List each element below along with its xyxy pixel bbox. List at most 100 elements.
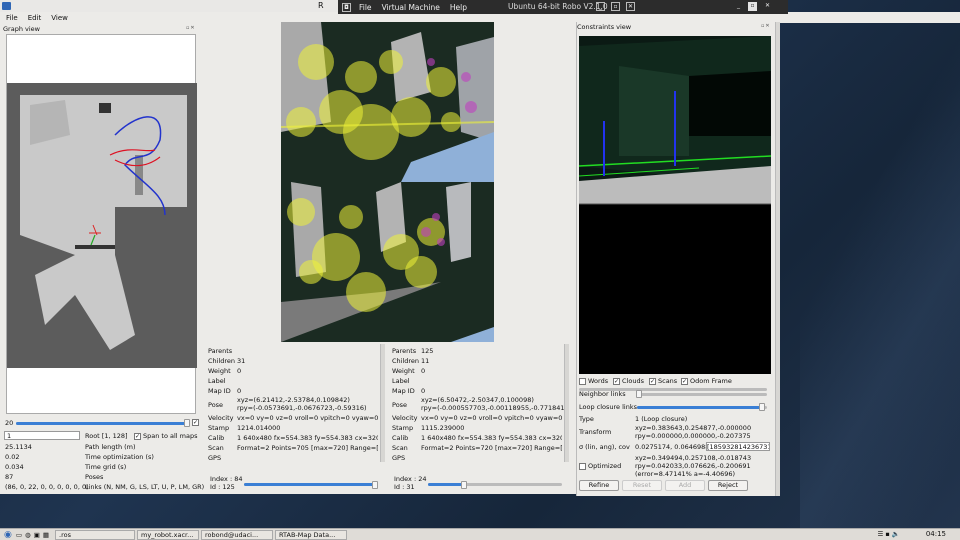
index-right-index: Index : 24 (394, 475, 427, 483)
stat-label: Time grid (s) (85, 463, 127, 471)
info-gps-label: GPS (392, 454, 406, 462)
info-pose-rpy: rpy=(-0.000557703,-0.00118955,-0.771841) (421, 404, 568, 412)
add-button[interactable]: Add (665, 480, 705, 491)
info-mapid-label: Map ID (208, 387, 231, 395)
terminal-icon[interactable]: ▣ (34, 531, 40, 539)
info-parents-value: 125 (421, 347, 434, 355)
info-mapid-value: 0 (421, 387, 426, 395)
vm-menu-help[interactable]: Help (450, 3, 467, 12)
graph-dock-buttons[interactable]: ▫✕ (186, 25, 196, 31)
neighbor-links-handle[interactable] (636, 390, 642, 398)
file-manager-icon[interactable]: ▭ (16, 531, 22, 539)
words-checkbox[interactable]: Words (579, 377, 608, 385)
start-menu-icon[interactable]: ◉ (4, 530, 12, 540)
vm-maximize-icon[interactable]: ▫ (748, 2, 757, 11)
menu-view[interactable]: View (51, 14, 68, 22)
index-left-id: Id : 125 (210, 483, 235, 491)
info-mapid-value: 0 (237, 387, 242, 395)
info-calib-label: Calib (208, 434, 225, 442)
info-right-scrollbar[interactable] (564, 344, 569, 462)
stat-value: 0.02 (5, 453, 20, 461)
info-weight-value: 0 (421, 367, 426, 375)
scans-label: Scans (658, 377, 678, 385)
span-all-maps-label: Span to all maps (143, 432, 198, 440)
optimized-label: Optimized (588, 462, 622, 470)
info-pose-label: Pose (208, 401, 224, 409)
optimized-xyz: xyz=0.349494,0.257108,-0.018743 (635, 454, 752, 462)
max-ids-spinbox[interactable]: 1 (4, 431, 80, 440)
vm-menu-file[interactable]: File (359, 3, 372, 12)
vm-menu-virtual-machine[interactable]: Virtual Machine (382, 3, 440, 12)
scans-checkbox[interactable]: ✓ Scans (649, 377, 677, 385)
tray-icons[interactable]: ☰ ▪ 🔈 (878, 530, 900, 538)
constraints-dock-buttons[interactable]: ▫✕ (761, 23, 771, 29)
info-left-scrollbar[interactable] (380, 344, 385, 462)
info-pose-label: Pose (392, 401, 408, 409)
loop-closure-image-bottom[interactable] (204, 182, 570, 342)
info-scan-label: Scan (208, 444, 224, 452)
info-weight-label: Weight (208, 367, 231, 375)
info-children-value: 11 (421, 357, 430, 365)
graph-slider-check[interactable]: ✓ (192, 419, 199, 426)
index-left-fill (244, 483, 378, 486)
index-right-fill (428, 483, 464, 486)
minimize-icon[interactable]: _ (596, 2, 605, 11)
browser-icon[interactable]: ◍ (25, 531, 31, 539)
graph-slider-handle[interactable] (184, 419, 190, 427)
vm-minimize-icon[interactable]: _ (734, 2, 743, 11)
info-calib-value: 1 640x480 fx=554.383 fy=554.383 cx=320.5… (421, 434, 562, 442)
info-calib-value: 1 640x480 fx=554.383 fy=554.383 cx=320.5… (237, 434, 378, 442)
info-scan-value: Format=2 Points=720 [max=720] Range=[0.1 (421, 444, 562, 452)
task-terminal[interactable]: robond@udaci... (201, 529, 273, 540)
loop-closure-links-fill (637, 406, 761, 409)
camera-image-loop (281, 182, 494, 342)
covariance-field[interactable]: [185932814236731] (706, 442, 770, 451)
vm-close-icon[interactable]: ✕ (763, 2, 772, 11)
sigma-value: 0.0275174, 0.0646988 (635, 443, 710, 451)
graph-slider[interactable]: 20 ✓ (4, 419, 199, 427)
transform-label: Transform (579, 428, 612, 436)
index-left-index: Index : 84 (210, 475, 243, 483)
window-title: R (318, 1, 324, 10)
task-rtabmap[interactable]: RTAB-Map Data... (275, 529, 347, 540)
info-children-label: Children (208, 357, 236, 365)
stat-label: Poses (85, 473, 104, 481)
odom-frame-label: Odom Frame (690, 377, 732, 385)
stat-label: Path length (m) (85, 443, 136, 451)
task-xacro[interactable]: my_robot.xacr... (137, 529, 199, 540)
optimized-checkbox[interactable]: Optimized (579, 462, 621, 470)
stat-value: 0.034 (5, 463, 24, 471)
reset-button[interactable]: Reset (622, 480, 662, 491)
info-scan-label: Scan (392, 444, 408, 452)
info-mapid-label: Map ID (392, 387, 415, 395)
vm-icon[interactable]: ◘ (342, 2, 351, 12)
info-label-label: Label (392, 377, 410, 385)
index-right-handle[interactable] (461, 481, 467, 489)
workspace-icon[interactable]: ▦ (43, 531, 49, 539)
info-velocity-value: vx=0 vy=0 vz=0 vroll=0 vpitch=0 vyaw=0 (421, 414, 563, 422)
info-pose-xyz: xyz=(6.50472,-2.50347,0.100098) (421, 396, 534, 404)
span-all-maps-checkbox[interactable]: ✓ Span to all maps (134, 432, 198, 440)
loop-closure-links-handle[interactable] (759, 403, 765, 411)
index-left-handle[interactable] (372, 481, 378, 489)
close-icon[interactable]: ✕ (626, 2, 635, 11)
stat-value: 87 (5, 473, 14, 481)
reject-button[interactable]: Reject (708, 480, 748, 491)
odom-frame-checkbox[interactable]: ✓ Odom Frame (681, 377, 732, 385)
constraints-3d-view[interactable] (578, 36, 772, 374)
refine-button[interactable]: Refine (579, 480, 619, 491)
occupancy-grid-map[interactable] (15, 95, 187, 355)
clouds-checkbox[interactable]: ✓ Clouds (613, 377, 644, 385)
clouds-label: Clouds (622, 377, 644, 385)
neighbor-links-track (637, 393, 767, 396)
menu-edit[interactable]: Edit (28, 14, 42, 22)
type-value: 1 (Loop closure) (635, 415, 688, 423)
graph-view[interactable] (6, 34, 197, 414)
task-ros[interactable]: .ros (55, 529, 135, 540)
restore-icon[interactable]: ▫ (611, 2, 620, 11)
info-velocity-value: vx=0 vy=0 vz=0 vroll=0 vpitch=0 vyaw=0 (237, 414, 379, 422)
window-right-scrollbar[interactable] (775, 22, 780, 496)
loop-closure-image-top[interactable] (204, 22, 570, 182)
menu-file[interactable]: File (6, 14, 18, 22)
info-pose-rpy: rpy=(-0.0573691,-0.0676723,-0.59316) (237, 404, 367, 412)
